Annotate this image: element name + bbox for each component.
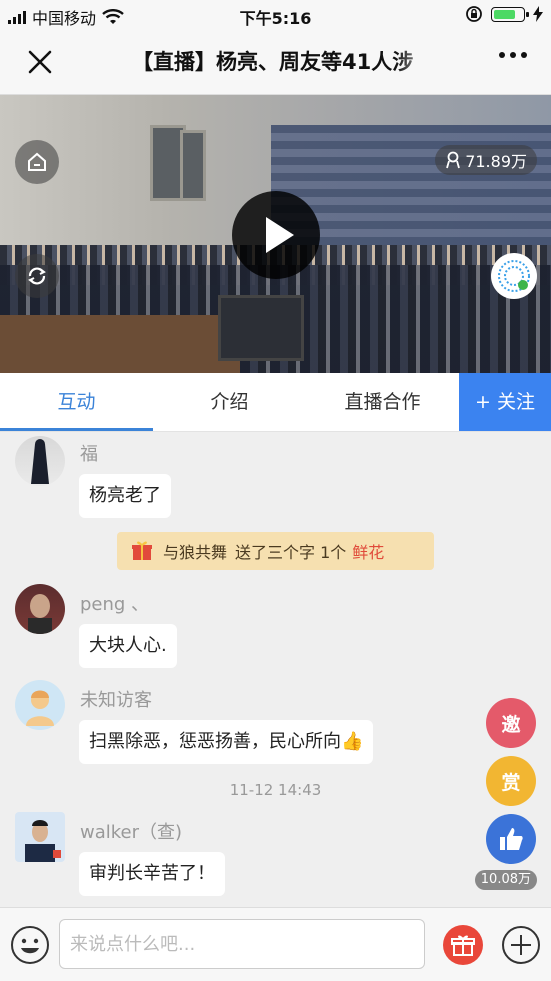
viewer-count-value: 71.89万 [465,152,527,171]
tab-introduction[interactable]: 介绍 [153,373,306,431]
tab-bar: 互动 介绍 直播合作 + 关注 [0,373,551,432]
tab-active-indicator [0,428,153,431]
rotate-icon[interactable] [15,254,59,298]
chat-timestamp: 11-12 14:43 [229,781,322,799]
follow-button[interactable]: + 关注 [459,373,551,431]
chat-bubble: 扫黑除恶，惩恶扬善，民心所向👍 [79,720,374,764]
chat-username: peng 、 [80,594,150,615]
chat-username: walker（查) [80,822,183,843]
charging-icon [533,6,543,22]
video-scene-desk [0,315,240,373]
gift-notice: 与狼共舞 送了三个字 1个 鲜花 [117,532,434,570]
like-button[interactable] [486,814,536,864]
thumbs-up-icon [500,828,523,850]
status-right [465,5,543,23]
live-video-player[interactable]: 71.89万 [0,95,551,373]
avatar[interactable] [15,812,65,862]
chat-username: 福 [80,444,98,465]
video-scene-monitor [218,295,304,361]
status-bar: 中国移动 下午5:16 [0,0,551,30]
chat-list[interactable]: 福 杨亮老了 与狼共舞 送了三个字 1个 鲜花 peng 、 大块人心. 未知访… [0,432,551,907]
gift-action: 送了三个字 1个 [235,543,347,562]
like-count: 10.08万 [474,870,537,890]
invite-label: 邀 [501,713,521,736]
chat-username: 未知访客 [80,690,152,711]
chat-bubble: 杨亮老了 [79,474,171,518]
chat-bubble: 审判长辛苦了！ [79,852,225,896]
tab-live-cooperation[interactable]: 直播合作 [306,373,459,431]
chat-bubble: 大块人心. [79,624,177,668]
invite-button[interactable]: 邀 [486,698,536,748]
plus-icon[interactable] [501,925,541,965]
avatar[interactable] [15,584,65,634]
gift-name: 鲜花 [352,543,385,562]
tab-interaction[interactable]: 互动 [0,373,153,431]
gift-sender: 与狼共舞 [163,543,228,562]
viewer-count: 71.89万 [435,145,537,175]
gift-button[interactable] [443,925,483,965]
close-icon[interactable] [22,44,58,80]
nav-bar: 【直播】杨亮、周友等41人涉 [0,30,551,95]
avatar[interactable] [15,680,65,730]
play-icon[interactable] [232,191,320,279]
gift-icon [451,935,475,956]
battery-icon [491,6,529,22]
gift-icon [132,541,152,560]
video-scene-window [180,130,206,201]
avatar[interactable] [15,436,65,486]
reward-button[interactable]: 赏 [486,756,536,806]
page-title: 【直播】杨亮、周友等41人涉 [132,50,414,74]
mini-program-icon[interactable] [491,253,537,299]
more-icon[interactable] [499,52,527,58]
home-icon[interactable] [15,140,59,184]
rotation-lock-icon [466,6,482,22]
reward-label: 赏 [501,771,521,794]
viewer-icon [446,151,461,169]
comment-input[interactable] [59,919,425,969]
input-bar [0,907,551,981]
emoji-icon[interactable] [10,925,50,965]
